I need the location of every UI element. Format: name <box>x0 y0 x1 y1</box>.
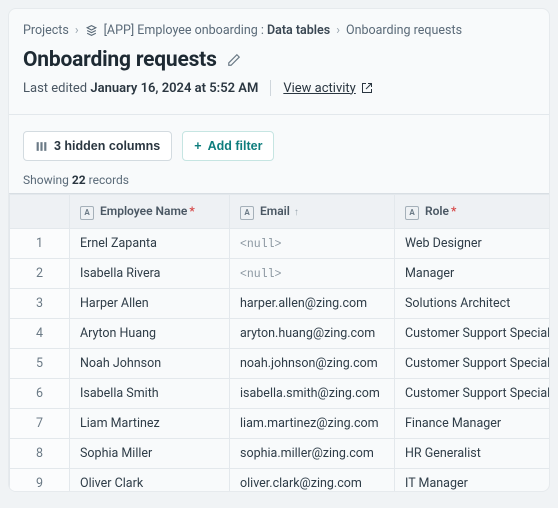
divider <box>9 114 549 115</box>
text-type-icon: A <box>240 206 254 220</box>
cell-role[interactable]: Customer Support Specialist <box>395 379 551 409</box>
cell-role[interactable]: Customer Support Specialist <box>395 319 551 349</box>
cell-role[interactable]: Customer Support Specialist <box>395 349 551 379</box>
cell-email[interactable]: isabella.smith@zing.com <box>230 379 395 409</box>
table-row[interactable]: 3Harper Allenharper.allen@zing.comSoluti… <box>10 289 551 319</box>
hidden-columns-button[interactable]: 3 hidden columns <box>23 131 172 161</box>
divider <box>270 80 271 96</box>
row-number: 8 <box>10 439 70 469</box>
sort-asc-icon: ↑ <box>294 207 299 218</box>
cell-name[interactable]: Isabella Rivera <box>70 259 230 289</box>
edit-icon[interactable] <box>227 53 241 67</box>
cell-name[interactable]: Ernel Zapanta <box>70 229 230 259</box>
row-number-header <box>10 195 70 229</box>
text-type-icon: A <box>80 206 94 220</box>
cell-email[interactable]: sophia.miller@zing.com <box>230 439 395 469</box>
table-row[interactable]: 9Oliver Clarkoliver.clark@zing.comIT Man… <box>10 469 551 493</box>
cell-name[interactable]: Isabella Smith <box>70 379 230 409</box>
cell-email[interactable]: noah.johnson@zing.com <box>230 349 395 379</box>
row-number: 4 <box>10 319 70 349</box>
cell-name[interactable]: Aryton Huang <box>70 319 230 349</box>
chevron-right-icon: › <box>336 23 340 38</box>
cell-name[interactable]: Noah Johnson <box>70 349 230 379</box>
breadcrumb-current: Onboarding requests <box>346 23 462 38</box>
cell-role[interactable]: Web Designer <box>395 229 551 259</box>
table-row[interactable]: 1Ernel Zapanta<null>Web Designer <box>10 229 551 259</box>
row-number: 3 <box>10 289 70 319</box>
table-row[interactable]: 6Isabella Smithisabella.smith@zing.comCu… <box>10 379 551 409</box>
add-filter-button[interactable]: + Add filter <box>182 131 274 161</box>
breadcrumb-root[interactable]: Projects <box>23 23 69 38</box>
table-row[interactable]: 4Aryton Huangaryton.huang@zing.comCustom… <box>10 319 551 349</box>
row-number: 1 <box>10 229 70 259</box>
last-edited-label: Last edited January 16, 2024 at 5:52 AM <box>23 81 258 96</box>
row-number: 6 <box>10 379 70 409</box>
external-link-icon <box>361 82 373 94</box>
row-number: 7 <box>10 409 70 439</box>
column-header-email[interactable]: AEmail↑ <box>230 195 395 229</box>
cell-role[interactable]: Finance Manager <box>395 409 551 439</box>
cell-name[interactable]: Liam Martinez <box>70 409 230 439</box>
table-row[interactable]: 7Liam Martinezliam.martinez@zing.comFina… <box>10 409 551 439</box>
record-count-label: Showing 22 records <box>23 173 535 187</box>
cell-email[interactable]: aryton.huang@zing.com <box>230 319 395 349</box>
view-activity-link[interactable]: View activity <box>283 81 372 96</box>
column-header-role[interactable]: ARole* <box>395 195 551 229</box>
columns-icon <box>35 140 48 153</box>
cell-name[interactable]: Oliver Clark <box>70 469 230 493</box>
cell-name[interactable]: Harper Allen <box>70 289 230 319</box>
cell-role[interactable]: Solutions Architect <box>395 289 551 319</box>
plus-icon: + <box>194 139 201 153</box>
cell-email[interactable]: <null> <box>230 259 395 289</box>
cell-email[interactable]: oliver.clark@zing.com <box>230 469 395 493</box>
breadcrumb-project[interactable]: [APP] Employee onboarding : Data tables <box>104 23 331 38</box>
cell-role[interactable]: Manager <box>395 259 551 289</box>
cell-email[interactable]: harper.allen@zing.com <box>230 289 395 319</box>
column-header-name[interactable]: AEmployee Name* <box>70 195 230 229</box>
cell-name[interactable]: Sophia Miller <box>70 439 230 469</box>
page-title: Onboarding requests <box>23 48 217 72</box>
data-table: AEmployee Name* AEmail↑ ARole* 1Ernel Za… <box>9 194 550 492</box>
row-number: 2 <box>10 259 70 289</box>
row-number: 5 <box>10 349 70 379</box>
chevron-right-icon: › <box>75 23 79 38</box>
cell-email[interactable]: <null> <box>230 229 395 259</box>
row-number: 9 <box>10 469 70 493</box>
cell-role[interactable]: IT Manager <box>395 469 551 493</box>
cell-email[interactable]: liam.martinez@zing.com <box>230 409 395 439</box>
table-row[interactable]: 2Isabella Rivera<null>Manager <box>10 259 551 289</box>
stack-icon <box>85 24 98 37</box>
breadcrumb: Projects › [APP] Employee onboarding : D… <box>23 23 535 38</box>
cell-role[interactable]: HR Generalist <box>395 439 551 469</box>
table-row[interactable]: 8Sophia Millersophia.miller@zing.comHR G… <box>10 439 551 469</box>
table-row[interactable]: 5Noah Johnsonnoah.johnson@zing.comCustom… <box>10 349 551 379</box>
text-type-icon: A <box>405 206 419 220</box>
